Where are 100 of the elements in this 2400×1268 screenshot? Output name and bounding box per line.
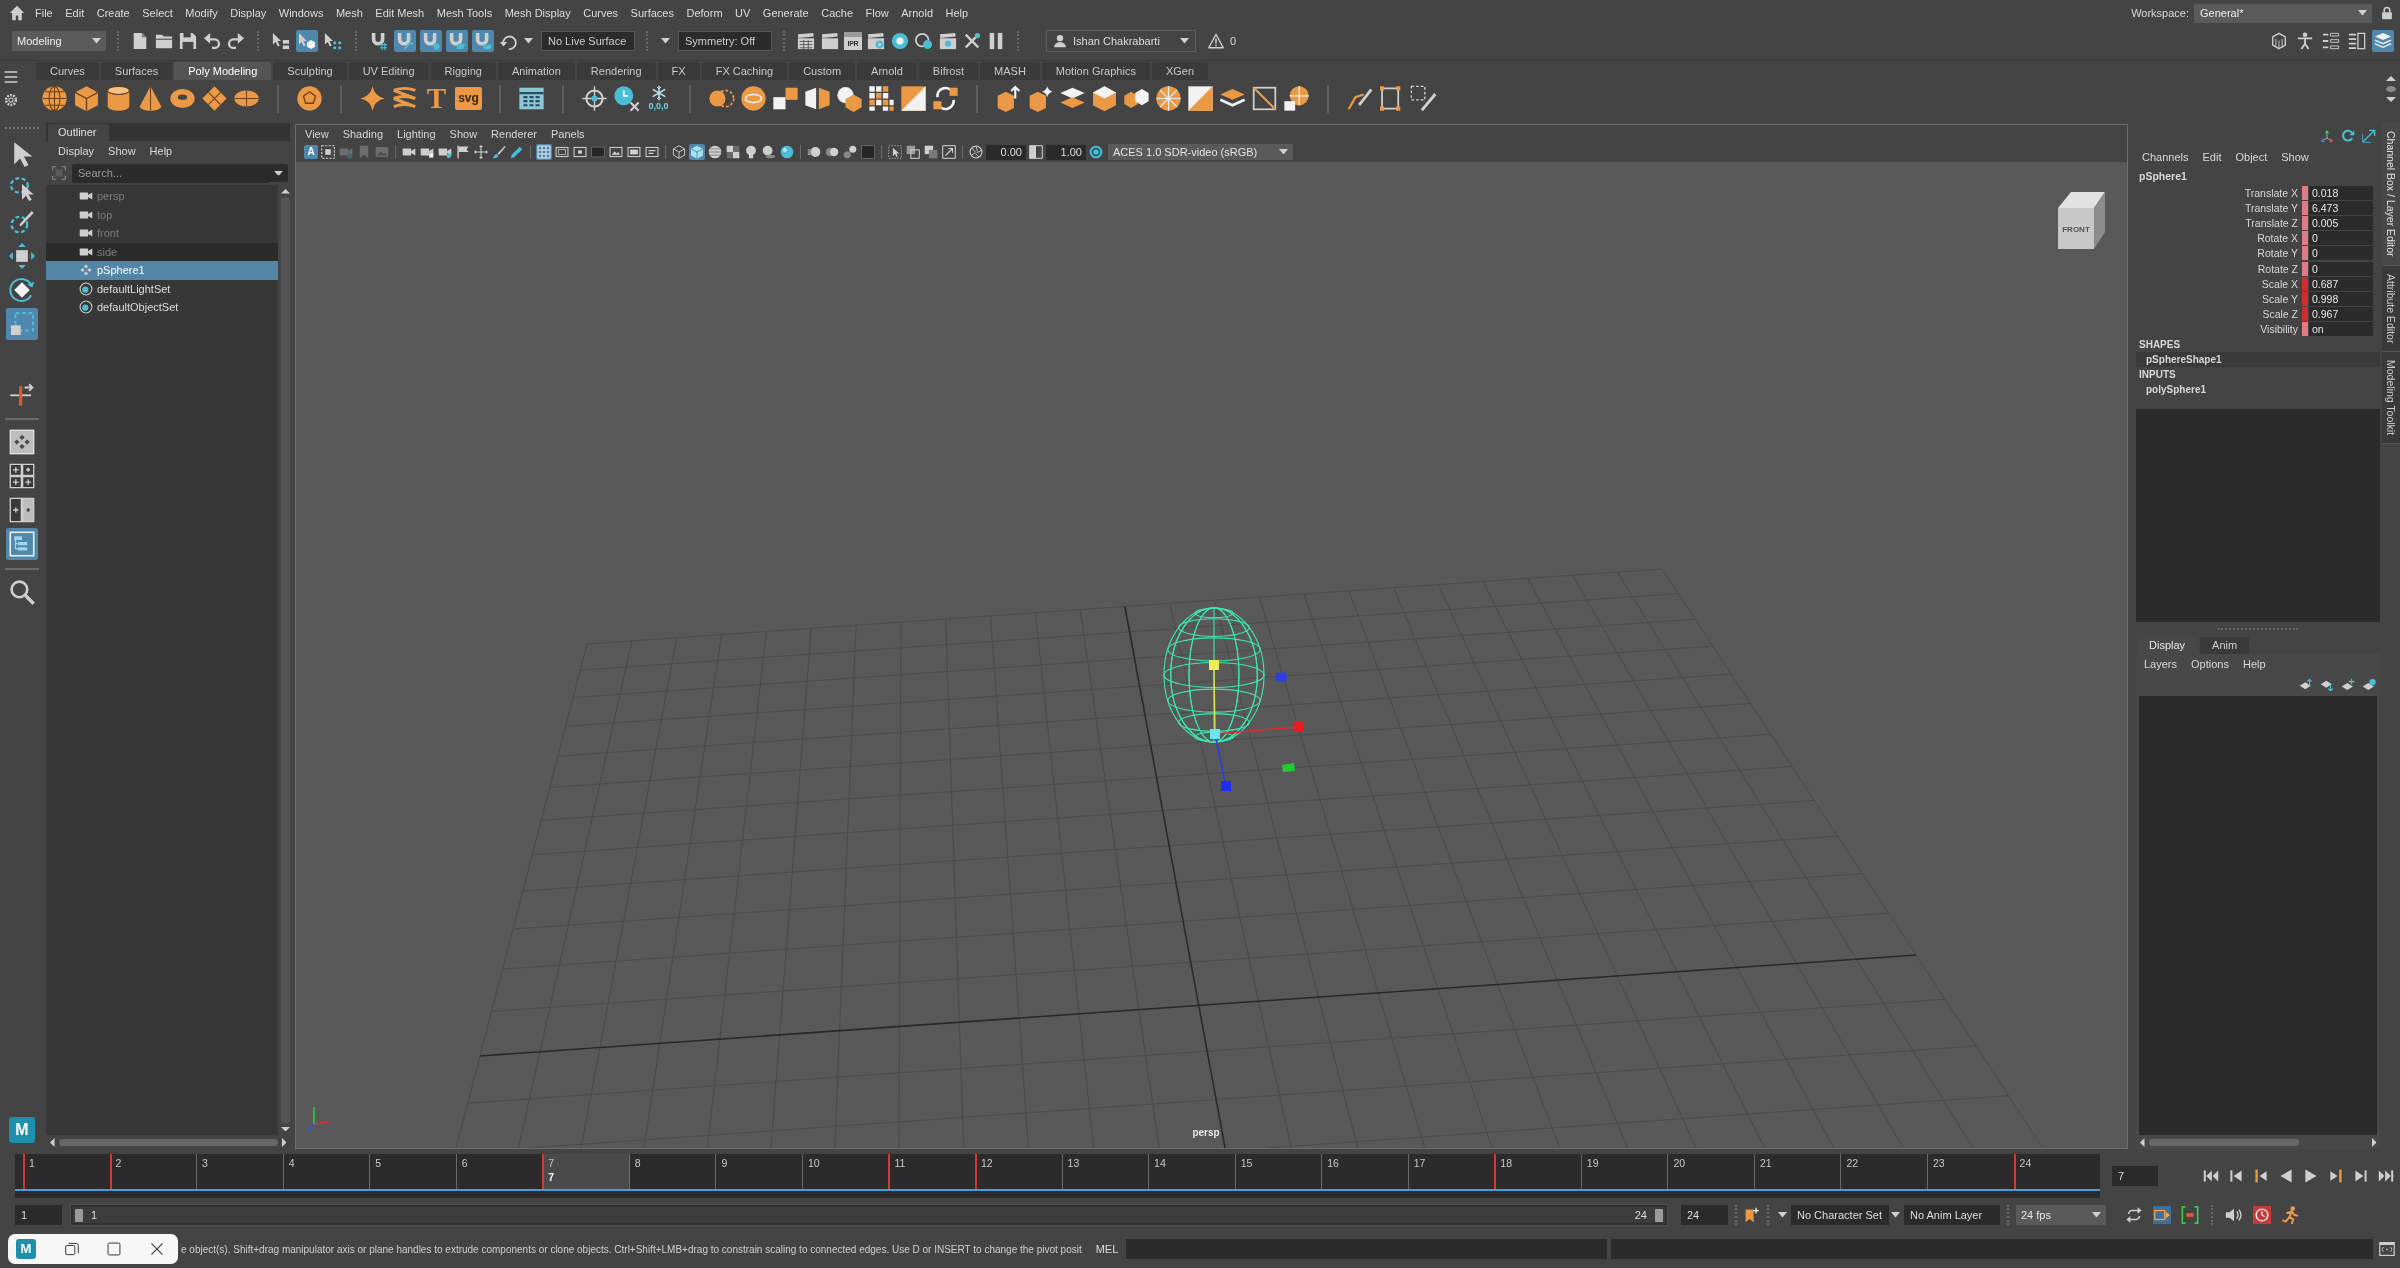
- arrow-up-icon[interactable]: [280, 189, 290, 194]
- arrow-up-icon[interactable]: [2386, 76, 2396, 81]
- input-node[interactable]: polySphere1: [2136, 381, 2380, 397]
- clock-icon[interactable]: [613, 85, 640, 112]
- dot-icon[interactable]: [2386, 86, 2396, 92]
- menu-item[interactable]: Renderer: [491, 127, 537, 140]
- keyframe-marker[interactable]: [109, 1154, 112, 1189]
- search-field[interactable]: Search...: [72, 163, 269, 183]
- shelf-tab[interactable]: Surfaces: [100, 62, 173, 80]
- menu-item[interactable]: Shading: [342, 127, 384, 140]
- list-box-icon[interactable]: [2346, 30, 2368, 52]
- light-bulb-icon[interactable]: [743, 144, 759, 160]
- animation-start-field[interactable]: 1: [15, 1205, 62, 1225]
- fps-dropdown[interactable]: 24 fps: [2016, 1205, 2106, 1225]
- settings-icon[interactable]: [4, 92, 18, 107]
- cone-icon[interactable]: [137, 85, 164, 112]
- clapperboard-gear-icon[interactable]: [867, 32, 885, 50]
- previous-key-icon[interactable]: [2253, 1168, 2269, 1184]
- list-fields-icon[interactable]: [2320, 30, 2342, 52]
- brush-icon[interactable]: [491, 144, 507, 160]
- shelf-tab[interactable]: Custom: [789, 62, 856, 80]
- axes-icon[interactable]: [2320, 129, 2334, 143]
- arrow-right-icon[interactable]: [2371, 1137, 2376, 1147]
- next-key-icon[interactable]: [2328, 1168, 2344, 1184]
- channel-value-field[interactable]: 6.473: [2309, 200, 2373, 215]
- shelf-tab[interactable]: Animation: [497, 62, 575, 80]
- channel-value-field[interactable]: 0.018: [2309, 185, 2373, 200]
- grid-icon[interactable]: [536, 144, 552, 160]
- warning-icon[interactable]: [1208, 33, 1224, 49]
- shelf-tab[interactable]: Sculpting: [273, 62, 347, 80]
- speaker-icon[interactable]: [2225, 1206, 2243, 1224]
- menu-item[interactable]: View: [305, 127, 329, 140]
- dot-grid-icon[interactable]: [868, 85, 895, 112]
- symmetry-dropdown[interactable]: Symmetry: Off: [678, 31, 772, 51]
- diagonal-arrow-icon[interactable]: [2362, 129, 2376, 143]
- circular-arrow-icon[interactable]: [2341, 129, 2355, 143]
- go-to-end-icon[interactable]: [2378, 1168, 2394, 1184]
- menu-item[interactable]: Layers: [2144, 657, 2178, 670]
- close-icon[interactable]: [149, 1242, 164, 1256]
- caret-icon[interactable]: [1891, 1212, 1900, 1218]
- half-diagonal-square-icon[interactable]: [1187, 85, 1214, 112]
- menu-item[interactable]: Arnold: [901, 7, 934, 19]
- crossed-tools-icon[interactable]: [963, 32, 981, 50]
- checker-icon[interactable]: [725, 144, 741, 160]
- arrow-cube-icon[interactable]: [296, 30, 318, 52]
- menu-item[interactable]: Show: [2281, 151, 2309, 163]
- outliner-pane-icon[interactable]: [6, 528, 38, 560]
- keyframe-marker[interactable]: [888, 1154, 891, 1189]
- panel-tab[interactable]: Anim: [2200, 636, 2250, 654]
- channel-value-field[interactable]: 0.687: [2309, 276, 2373, 291]
- menu-item[interactable]: Select: [142, 7, 173, 19]
- clapperboard-grid-icon[interactable]: [797, 32, 815, 50]
- keyframe-marker[interactable]: [1494, 1154, 1497, 1189]
- shelf-button[interactable]: 0,0,0: [645, 85, 672, 112]
- home-icon[interactable]: [9, 5, 25, 21]
- arrow-down-icon[interactable]: [280, 1126, 290, 1131]
- circle-hexagon-icon[interactable]: [836, 85, 863, 112]
- menu-icon[interactable]: [4, 69, 18, 84]
- dark-square-icon[interactable]: [860, 144, 876, 160]
- filled-frame-icon[interactable]: [626, 144, 642, 160]
- menu-item[interactable]: Panels: [550, 127, 585, 140]
- split-cube-icon[interactable]: [804, 85, 831, 112]
- shelf-tab[interactable]: UV Editing: [348, 62, 429, 80]
- menu-item[interactable]: Object: [2235, 151, 2268, 163]
- channel-value-field[interactable]: 0: [2309, 261, 2373, 276]
- range-start-handle[interactable]: [75, 1208, 83, 1222]
- pencil-icon[interactable]: [509, 144, 525, 160]
- menu-item[interactable]: Help: [2242, 657, 2266, 670]
- scale-manipulator[interactable]: [1209, 660, 1303, 791]
- save-icon[interactable]: [179, 32, 197, 50]
- side-tab[interactable]: Channel Box / Layer Editor: [2382, 123, 2400, 266]
- dashed-square-icon[interactable]: [320, 144, 336, 160]
- menu-item[interactable]: Help: [149, 145, 173, 157]
- shelf-tab[interactable]: Poly Modeling: [174, 62, 272, 80]
- menu-item[interactable]: Modify: [185, 7, 218, 19]
- new-file-icon[interactable]: [131, 32, 149, 50]
- panel-tab[interactable]: Display: [2137, 636, 2198, 654]
- script-window-icon[interactable]: [2379, 1241, 2395, 1257]
- menu-item[interactable]: Show: [108, 145, 136, 157]
- pause-icon[interactable]: [987, 32, 1005, 50]
- menu-item[interactable]: Mesh Tools: [436, 7, 493, 19]
- outliner-item[interactable]: defaultObjectSet: [46, 298, 278, 317]
- bracket-icon[interactable]: [2181, 1206, 2199, 1224]
- command-input-field[interactable]: [1126, 1239, 1608, 1259]
- pencil-selection-icon[interactable]: [1410, 85, 1437, 112]
- bookmark-plus-icon[interactable]: [1744, 1207, 1760, 1223]
- time-slider[interactable]: 1 2 3 4 5 6 7 7 8 9 10 11 12 13 14 15 16 17 18 19 20 21 22 23 24: [15, 1154, 2100, 1198]
- redo-icon[interactable]: [227, 32, 245, 50]
- dashed-frame-icon[interactable]: [52, 166, 66, 180]
- keyframe-marker[interactable]: [975, 1154, 977, 1189]
- folder-icon[interactable]: [155, 32, 173, 50]
- shape-node[interactable]: pSphereShape1: [2136, 351, 2380, 367]
- lock-icon[interactable]: [2380, 6, 2394, 20]
- circular-arrows-icon[interactable]: [932, 85, 959, 112]
- arrow-down-icon[interactable]: [2386, 97, 2396, 102]
- anim-layer-field[interactable]: No Anim Layer: [1904, 1205, 2000, 1225]
- outliner-item[interactable]: defaultLightSet: [46, 279, 278, 298]
- menu-item[interactable]: Cache: [821, 7, 853, 19]
- sphere-icon[interactable]: [41, 85, 68, 112]
- magnet-plane-icon[interactable]: [446, 30, 468, 52]
